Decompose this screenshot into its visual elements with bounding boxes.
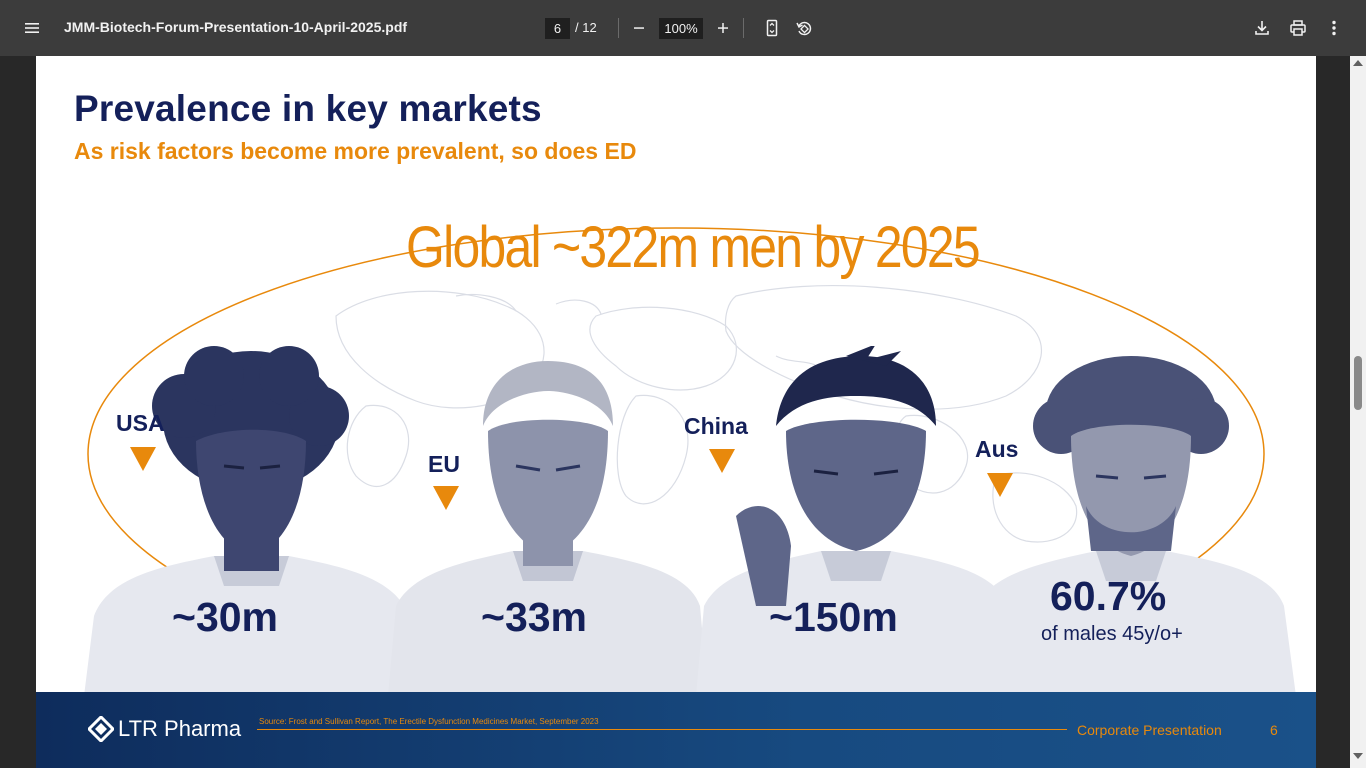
logo-text: LTR Pharma [118, 716, 242, 741]
arrow-down-icon [130, 447, 156, 471]
rotate-icon[interactable] [788, 12, 820, 44]
slide-page-number: 6 [1270, 722, 1278, 738]
region-label-usa: USA [116, 410, 165, 436]
stat-eu: ~33m [481, 594, 588, 640]
usa-person-photo [84, 346, 424, 696]
eu-person-photo [388, 361, 708, 696]
scrollbar-track[interactable] [1350, 56, 1366, 768]
page-number-input[interactable] [545, 18, 570, 39]
region-label-eu: EU [428, 451, 460, 477]
ltr-logo-icon [88, 716, 114, 742]
document-title: JMM-Biotech-Forum-Presentation-10-April-… [64, 19, 408, 35]
scroll-up-arrow-icon[interactable] [1353, 60, 1363, 66]
zoom-out-icon[interactable] [623, 12, 655, 44]
stat-aus: 60.7% [1050, 573, 1167, 619]
stat-china: ~150m [769, 594, 898, 640]
region-label-china: China [684, 413, 748, 439]
scroll-down-arrow-icon[interactable] [1353, 753, 1363, 759]
toolbar-divider [743, 18, 744, 38]
page-total: / 12 [575, 20, 597, 35]
pdf-toolbar: JMM-Biotech-Forum-Presentation-10-April-… [0, 0, 1366, 56]
pdf-page: Prevalence in key markets As risk factor… [36, 56, 1316, 768]
menu-icon[interactable] [16, 12, 48, 44]
scrollbar-thumb[interactable] [1354, 356, 1362, 410]
print-icon[interactable] [1282, 12, 1314, 44]
slide-subtitle: As risk factors become more prevalent, s… [74, 138, 637, 164]
download-icon[interactable] [1246, 12, 1278, 44]
arrow-down-icon [433, 486, 459, 510]
arrow-down-icon [709, 449, 735, 473]
source-note: Source: Frost and Sullivan Report, The E… [259, 717, 599, 726]
more-vert-icon[interactable] [1318, 12, 1350, 44]
footer-divider [257, 729, 1067, 730]
slide-footer: LTR Pharma Source: Frost and Sullivan Re… [36, 692, 1316, 768]
region-label-aus: Aus [975, 436, 1019, 462]
zoom-in-icon[interactable] [707, 12, 739, 44]
global-total-label: Global ~322m men by 2025 [406, 215, 981, 280]
ltr-pharma-logo: LTR Pharma [88, 716, 241, 742]
stat-usa: ~30m [172, 594, 279, 640]
toolbar-divider [618, 18, 619, 38]
zoom-input[interactable] [659, 18, 703, 39]
arrow-down-icon [987, 473, 1013, 497]
fit-page-icon[interactable] [756, 12, 788, 44]
stat-aus-note: of males 45y/o+ [1041, 623, 1183, 645]
slide-title: Prevalence in key markets [74, 88, 542, 129]
corporate-presentation-label: Corporate Presentation [1077, 722, 1222, 738]
